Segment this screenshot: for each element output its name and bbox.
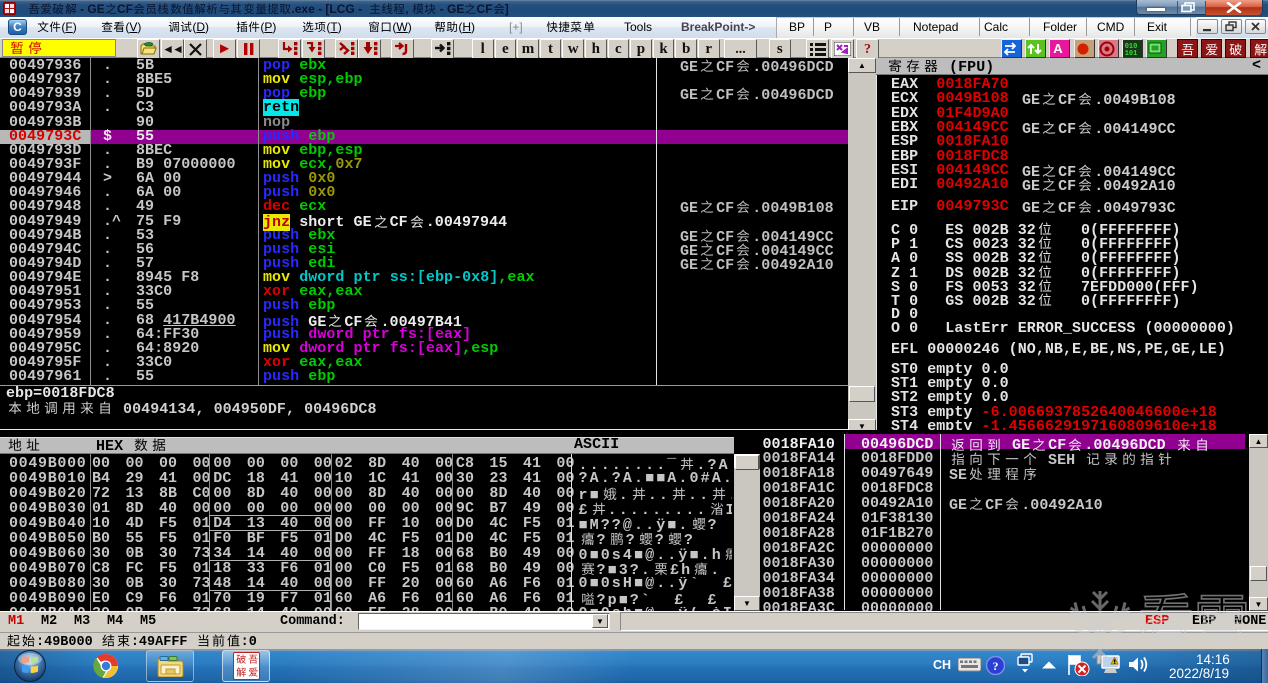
svg-text:?: ? [993,659,999,673]
svg-text:A: A [1054,41,1064,56]
svg-text:101: 101 [1125,50,1138,57]
